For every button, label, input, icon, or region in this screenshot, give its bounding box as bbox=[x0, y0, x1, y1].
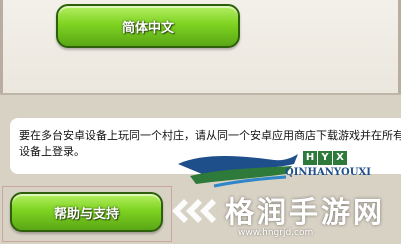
brand-badge-letter: X bbox=[333, 151, 347, 165]
brand-badge-letter: H bbox=[303, 151, 317, 165]
brand-badge: H Y X bbox=[303, 151, 348, 165]
settings-panel: 简体中文 bbox=[0, 0, 401, 95]
brand-badge-letter: Y bbox=[318, 151, 332, 165]
brand-name: QINHANYOUXI bbox=[285, 167, 371, 178]
site-url-watermark: www.hngrjd.com bbox=[238, 228, 314, 238]
panel-border-left bbox=[0, 0, 3, 93]
site-name-watermark: 格润手游网 bbox=[225, 195, 386, 229]
help-support-button[interactable]: 帮助与支持 bbox=[10, 192, 163, 232]
grid-logo-icon bbox=[172, 199, 216, 223]
language-button[interactable]: 简体中文 bbox=[56, 4, 240, 48]
